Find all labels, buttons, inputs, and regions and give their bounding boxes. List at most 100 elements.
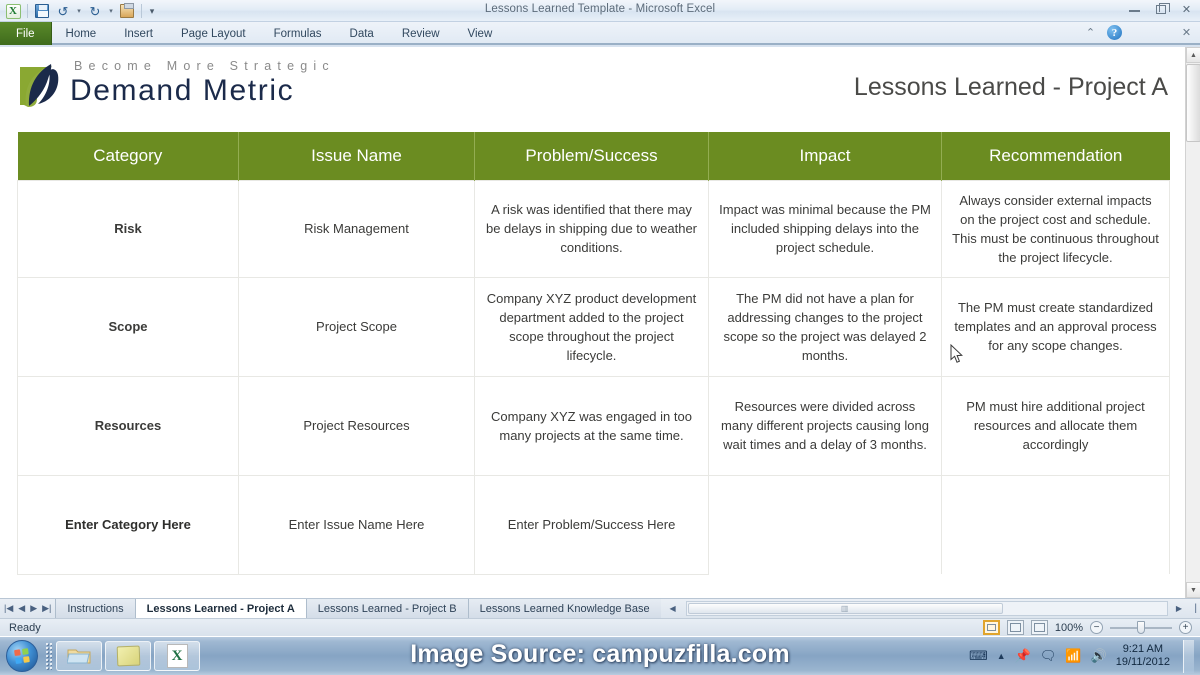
cell-category[interactable]: Scope [17, 276, 239, 377]
network-icon[interactable]: 📶 [1065, 648, 1081, 664]
cell-category[interactable]: Risk [17, 179, 239, 278]
cell-impact-empty[interactable] [708, 474, 942, 575]
tab-file[interactable]: File [0, 22, 52, 45]
column-header-recommendation[interactable]: Recommendation [941, 132, 1170, 180]
column-header-issue-name[interactable]: Issue Name [238, 132, 475, 180]
keyboard-layout-icon[interactable]: ⌨ [969, 648, 988, 664]
zoom-level-label[interactable]: 100% [1055, 622, 1083, 634]
tab-formulas[interactable]: Formulas [260, 22, 336, 45]
zoom-in-button[interactable]: + [1179, 621, 1192, 634]
status-right-controls: 100% − + [982, 620, 1200, 635]
ribbon-tabs: File Home Insert Page Layout Formulas Da… [0, 22, 506, 45]
window-title: Lessons Learned Template - Microsoft Exc… [484, 3, 716, 15]
taskbar-grip-handle[interactable] [45, 642, 52, 670]
last-sheet-icon[interactable]: ▶| [42, 603, 51, 614]
page-break-view-button[interactable] [1030, 620, 1048, 635]
tab-view[interactable]: View [454, 22, 507, 45]
table-header-row: Category Issue Name Problem/Success Impa… [17, 132, 1170, 180]
cell-problem[interactable]: Company XYZ product development departme… [474, 276, 709, 377]
cell-issue-placeholder[interactable]: Enter Issue Name Here [238, 474, 475, 575]
help-icon[interactable]: ? [1107, 25, 1122, 40]
restore-window-icon[interactable] [1153, 2, 1170, 17]
lessons-learned-table: Category Issue Name Problem/Success Impa… [17, 132, 1170, 575]
sheet-tab-bar: |◀ ◀ ▶ ▶| Instructions Lessons Learned -… [0, 598, 1200, 618]
page-layout-view-button[interactable] [1006, 620, 1024, 635]
cell-issue[interactable]: Project Scope [238, 276, 475, 377]
column-header-problem-success[interactable]: Problem/Success [474, 132, 709, 180]
tab-home[interactable]: Home [52, 22, 111, 45]
cell-impact[interactable]: Resources were divided across many diffe… [708, 375, 942, 476]
sheet-tab-knowledge-base[interactable]: Lessons Learned Knowledge Base [467, 599, 661, 618]
show-desktop-button[interactable] [1183, 639, 1194, 673]
system-tray: ⌨ ▲ 📌 🗨 📶 🔊 9:21 AM 19/11/2012 [969, 639, 1200, 673]
start-button[interactable] [6, 640, 38, 672]
close-window-icon[interactable]: ✕ [1179, 2, 1194, 17]
cell-problem[interactable]: A risk was identified that there may be … [474, 179, 709, 278]
previous-sheet-icon[interactable]: ◀ [18, 603, 25, 614]
taskbar-excel-button[interactable]: X [154, 641, 200, 671]
cell-impact[interactable]: The PM did not have a plan for addressin… [708, 276, 942, 377]
show-hidden-icons-icon[interactable]: ▲ [997, 651, 1006, 661]
worksheet-area[interactable]: Become More Strategic Demand Metric Less… [0, 47, 1200, 598]
cell-recommendation[interactable]: Always consider external impacts on the … [941, 179, 1170, 278]
page-title: Lessons Learned - Project A [853, 73, 1168, 101]
minimize-document-icon[interactable] [1131, 25, 1146, 40]
taskbar-clock[interactable]: 9:21 AM 19/11/2012 [1116, 643, 1174, 669]
cell-recommendation[interactable]: The PM must create standardized template… [941, 276, 1170, 377]
restore-document-icon[interactable] [1155, 25, 1170, 40]
table-row: Resources Project Resources Company XYZ … [17, 375, 1170, 476]
cell-problem-placeholder[interactable]: Enter Problem/Success Here [474, 474, 709, 575]
sheet-tab-project-b[interactable]: Lessons Learned - Project B [305, 599, 468, 618]
table-row: Enter Category Here Enter Issue Name Her… [17, 474, 1170, 575]
horizontal-scrollbar[interactable]: ▥ [685, 601, 1168, 616]
tab-insert[interactable]: Insert [110, 22, 167, 45]
clock-date: 19/11/2012 [1115, 656, 1170, 668]
sheet-tab-instructions[interactable]: Instructions [55, 599, 135, 618]
zoom-slider-handle[interactable] [1137, 621, 1145, 634]
close-document-icon[interactable]: ✕ [1179, 25, 1194, 40]
cell-category-placeholder[interactable]: Enter Category Here [17, 474, 239, 575]
normal-view-button[interactable] [982, 620, 1000, 635]
minimize-window-icon[interactable] [1127, 2, 1142, 17]
taskbar-explorer-button[interactable] [56, 641, 102, 671]
tab-review[interactable]: Review [388, 22, 454, 45]
cell-recommendation-empty[interactable] [941, 474, 1170, 575]
table-row: Risk Risk Management A risk was identifi… [17, 179, 1170, 278]
minimize-ribbon-icon[interactable]: ⌃ [1083, 25, 1098, 40]
title-bar: X ↺ ▾ ↻ ▾ ▾ Lessons Learned Template - M… [0, 0, 1200, 22]
sheet-nav-buttons: |◀ ◀ ▶ ▶| [0, 599, 55, 618]
sheet-tab-project-a[interactable]: Lessons Learned - Project A [134, 599, 306, 618]
sticky-note-icon [116, 645, 140, 667]
horizontal-scroll-thumb[interactable]: ▥ [687, 603, 1003, 614]
scroll-down-icon[interactable]: ▼ [1186, 582, 1200, 598]
taskbar-notes-button[interactable] [105, 641, 151, 671]
hscroll-left-icon[interactable]: ◀ [666, 604, 680, 613]
volume-icon[interactable]: 🔊 [1091, 648, 1107, 664]
first-sheet-icon[interactable]: |◀ [4, 603, 13, 614]
hscroll-right-icon[interactable]: ▶ [1172, 604, 1186, 613]
vertical-scroll-thumb[interactable] [1186, 64, 1200, 142]
cell-recommendation[interactable]: PM must hire additional project resource… [941, 375, 1170, 476]
cell-problem[interactable]: Company XYZ was engaged in too many proj… [474, 375, 709, 476]
column-header-category[interactable]: Category [17, 132, 239, 180]
pin-icon[interactable]: 📌 [1015, 648, 1031, 664]
cell-category[interactable]: Resources [17, 375, 239, 476]
tab-page-layout[interactable]: Page Layout [167, 22, 260, 45]
scroll-up-icon[interactable]: ▲ [1186, 47, 1200, 63]
cell-issue[interactable]: Project Resources [238, 375, 475, 476]
cell-issue[interactable]: Risk Management [238, 179, 475, 278]
hscroll-resize-handle[interactable]: ▕ [1186, 604, 1200, 613]
next-sheet-icon[interactable]: ▶ [30, 603, 37, 614]
zoom-out-button[interactable]: − [1090, 621, 1103, 634]
cell-impact[interactable]: Impact was minimal because the PM includ… [708, 179, 942, 278]
status-bar: Ready 100% − + [0, 618, 1200, 636]
tab-data[interactable]: Data [336, 22, 388, 45]
logo-swoosh-icon [18, 61, 64, 109]
clock-time: 9:21 AM [1122, 643, 1164, 655]
action-center-icon[interactable]: 🗨 [1040, 648, 1057, 664]
demand-metric-logo: Become More Strategic Demand Metric [18, 55, 335, 109]
vertical-scrollbar[interactable]: ▲ ▼ [1185, 47, 1200, 598]
column-header-impact[interactable]: Impact [708, 132, 942, 180]
zoom-slider[interactable] [1110, 621, 1172, 634]
ribbon-right-controls: ⌃ ? ✕ [1083, 25, 1194, 40]
